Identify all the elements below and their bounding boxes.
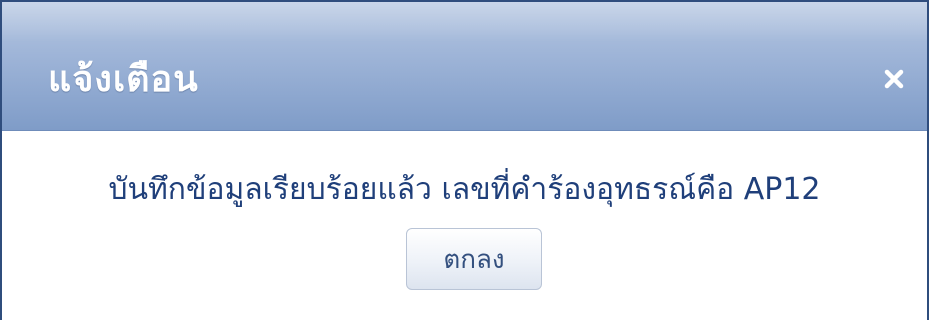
dialog-titlebar: แจ้งเตือน [2,2,927,131]
close-button[interactable] [879,64,909,94]
ok-button[interactable]: ตกลง [406,228,542,290]
close-icon [883,68,905,90]
dialog-title: แจ้งเตือน [48,59,199,100]
dialog-message: บันทึกข้อมูลเรียบร้อยแล้ว เลขที่คำร้องอุ… [108,172,821,207]
alert-dialog: แจ้งเตือน บันทึกข้อมูลเรียบร้อยแล้ว เลขท… [0,0,929,320]
